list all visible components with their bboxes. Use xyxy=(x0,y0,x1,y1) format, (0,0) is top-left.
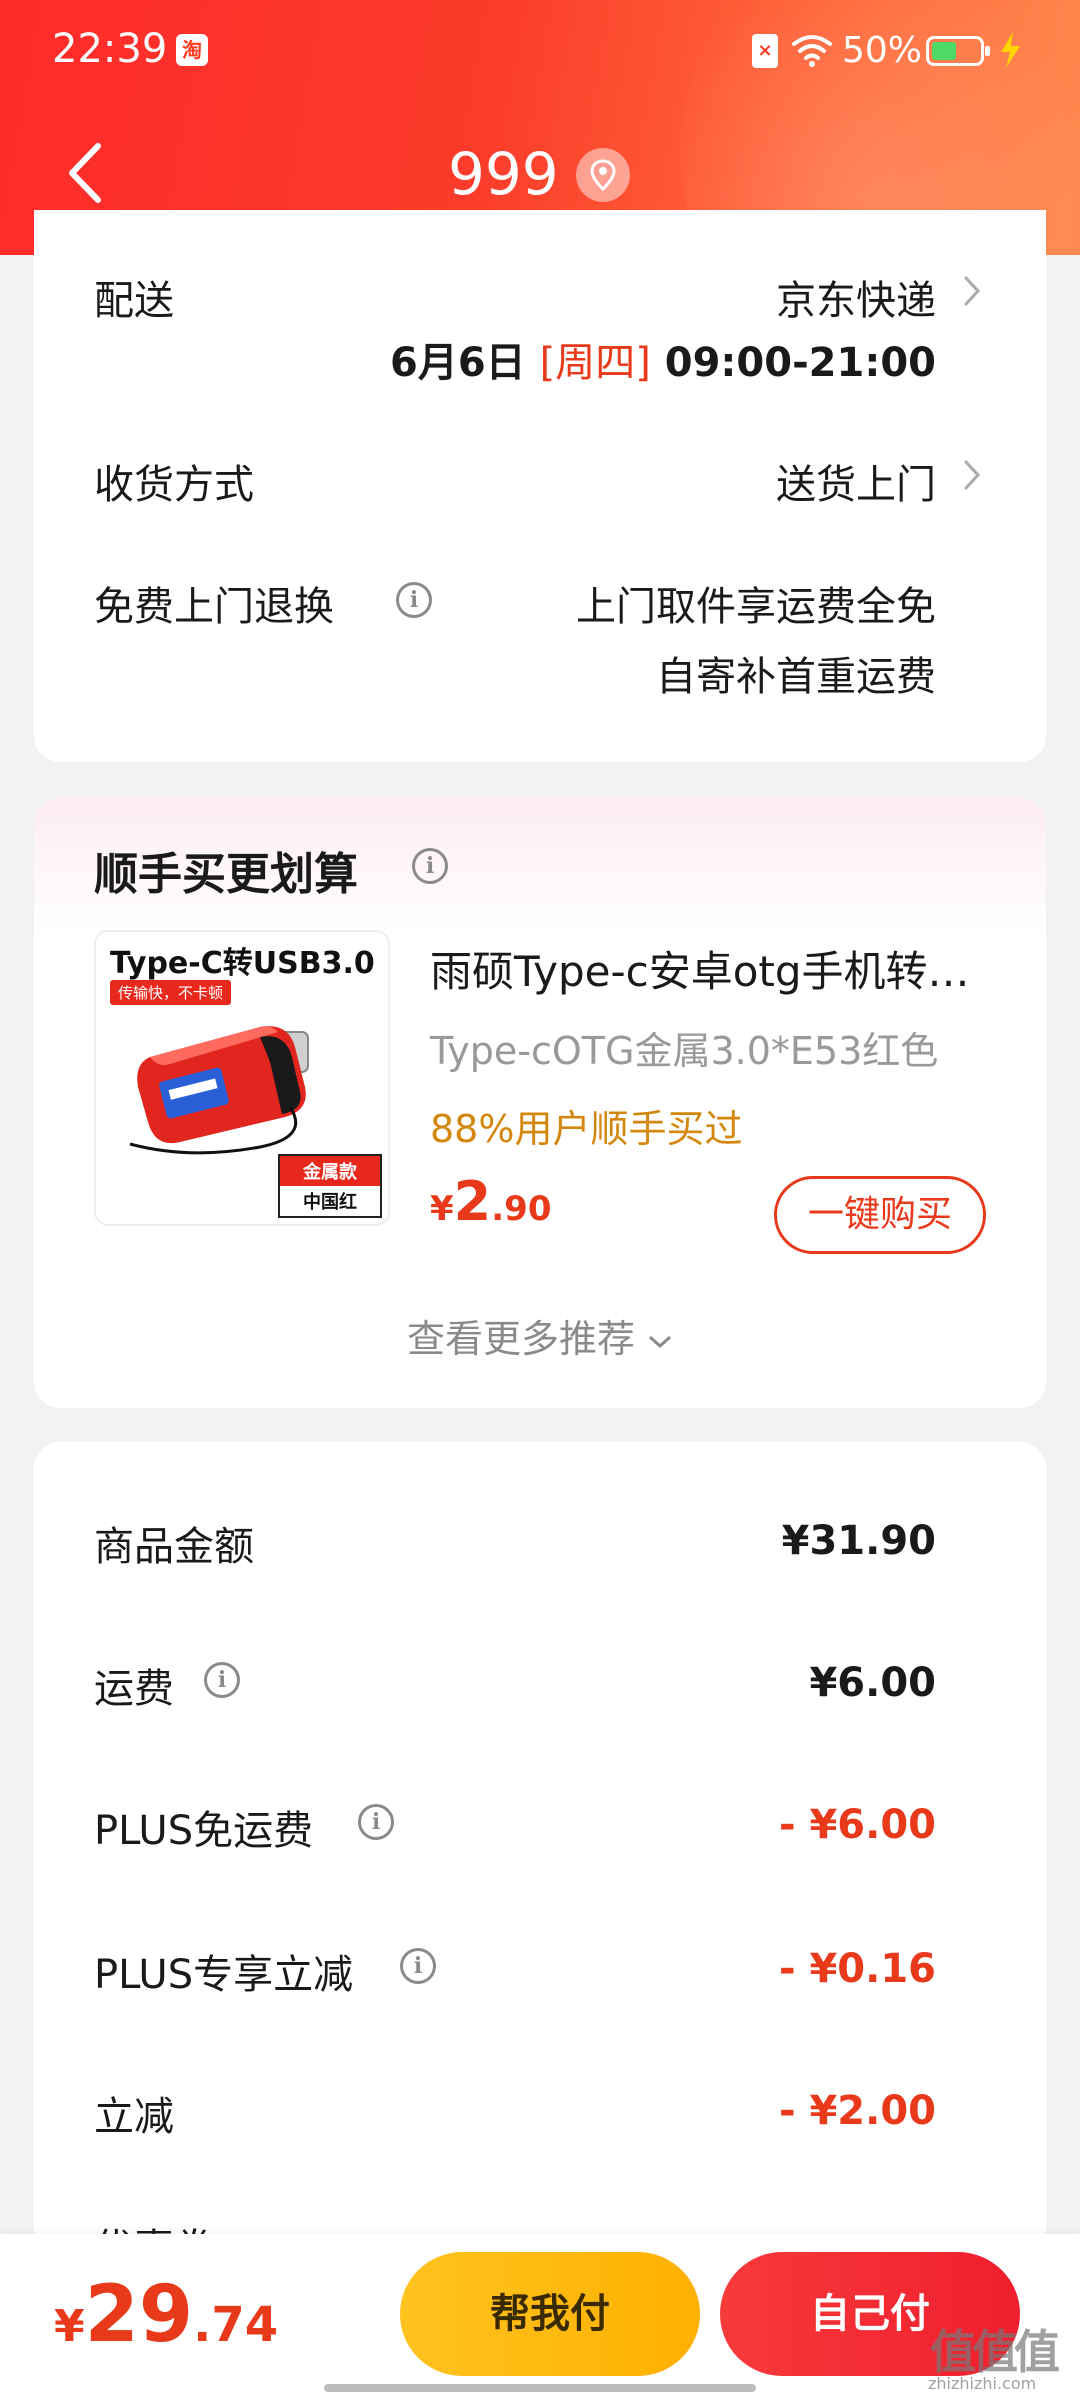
delivery-time: 6月6日 [周四] 09:00-21:00 xyxy=(390,330,936,388)
one-click-buy-button[interactable]: 一键购买 xyxy=(774,1176,986,1254)
sim-off-icon: × xyxy=(752,34,778,68)
receive-method-label: 收货方式 xyxy=(94,462,254,508)
status-bar: 22:39 淘 × 50% xyxy=(0,0,1080,100)
free-return-line1: 上门取件享运费全免 xyxy=(576,584,936,630)
more-recommendations-link[interactable]: 查看更多推荐 xyxy=(34,1308,1046,1363)
shipping-value: ¥6.00 xyxy=(809,1660,936,1706)
chevron-right-icon[interactable] xyxy=(962,458,982,492)
price-integer: 2 xyxy=(453,1170,492,1233)
free-return-line2: 自寄补首重运费 xyxy=(656,654,936,700)
info-icon[interactable]: i xyxy=(358,1804,394,1840)
instant-discount-value: - ¥2.00 xyxy=(778,2088,936,2134)
addon-title: 顺手买更划算 xyxy=(94,849,358,900)
total-integer: 29 xyxy=(84,2270,194,2360)
delivery-carrier[interactable]: 京东快递 xyxy=(776,268,936,326)
delivery-card: 配送 京东快递 6月6日 [周四] 09:00-21:00 收货方式 送货上门 … xyxy=(34,210,1046,762)
info-icon[interactable]: i xyxy=(400,1948,436,1984)
thumbnail-badge-top: 金属款 xyxy=(280,1156,380,1186)
back-arrow-icon[interactable] xyxy=(58,138,118,208)
price-decimal: .90 xyxy=(491,1189,552,1229)
plus-free-shipping-label: PLUS免运费 xyxy=(94,1808,314,1854)
page-title: 999 xyxy=(448,140,559,208)
thumbnail-badge-bottom: 中国红 xyxy=(280,1186,380,1216)
product-spec: Type-cOTG金属3.0*E53红色 xyxy=(430,1029,939,1073)
thumbnail-title: Type-C转USB3.0 xyxy=(110,946,375,981)
addon-card: 顺手买更划算 i Type-C转USB3.0 传输快，不卡顿 金属款 中国红 雨… xyxy=(34,798,1046,1408)
battery-percentage: 50% xyxy=(842,30,923,71)
info-icon[interactable]: i xyxy=(204,1662,240,1698)
shipping-label: 运费 xyxy=(94,1666,174,1712)
info-icon[interactable]: i xyxy=(396,582,432,618)
total-price: ¥29.74 xyxy=(54,2270,278,2360)
total-currency: ¥ xyxy=(54,2301,85,2352)
social-proof: 88%用户顺手买过 xyxy=(430,1107,743,1151)
goods-amount-value: ¥31.90 xyxy=(781,1518,936,1564)
instant-discount-label: 立减 xyxy=(94,2094,174,2140)
chevron-down-icon xyxy=(649,1336,671,1348)
receive-method-value[interactable]: 送货上门 xyxy=(776,452,936,510)
charging-bolt-icon xyxy=(1001,32,1020,68)
price-currency: ¥ xyxy=(430,1189,454,1229)
free-return-label: 免费上门退换 xyxy=(94,584,334,630)
plus-discount-label: PLUS专享立减 xyxy=(94,1952,354,1998)
delivery-weekday: [周四] xyxy=(539,340,651,386)
help-me-pay-button[interactable]: 帮我付 xyxy=(400,2252,700,2376)
location-pin-icon[interactable] xyxy=(576,148,630,202)
otg-adapter-image xyxy=(129,1026,309,1155)
delivery-date: 6月6日 xyxy=(389,340,526,386)
watermark-url: zhizhizhi.com xyxy=(928,2374,1037,2393)
chevron-right-icon[interactable] xyxy=(962,274,982,308)
thumbnail-badge: 金属款 中国红 xyxy=(278,1154,382,1218)
product-thumbnail[interactable]: Type-C转USB3.0 传输快，不卡顿 金属款 中国红 xyxy=(94,930,390,1226)
watermark-logo: 值值值 xyxy=(930,2325,1060,2379)
battery-icon xyxy=(926,36,990,66)
wifi-icon xyxy=(792,35,832,67)
bottom-bar: ¥29.74 帮我付 自己付 xyxy=(0,2234,1080,2400)
info-icon[interactable]: i xyxy=(412,848,448,884)
more-recommendations-label: 查看更多推荐 xyxy=(406,1317,635,1361)
product-name[interactable]: 雨硕Type-c安卓otg手机转接头 xyxy=(430,938,990,999)
home-indicator[interactable] xyxy=(324,2384,756,2392)
plus-discount-value: - ¥0.16 xyxy=(778,1946,936,1992)
plus-free-shipping-value: - ¥6.00 xyxy=(778,1802,936,1848)
goods-amount-label: 商品金额 xyxy=(94,1524,254,1570)
delivery-time-range: 09:00-21:00 xyxy=(664,340,936,386)
delivery-label: 配送 xyxy=(94,278,174,324)
status-time: 22:39 xyxy=(52,26,168,72)
total-decimal: .74 xyxy=(193,2297,279,2353)
taobao-notification-icon: 淘 xyxy=(176,34,208,66)
product-price: ¥2.90 xyxy=(430,1170,551,1233)
